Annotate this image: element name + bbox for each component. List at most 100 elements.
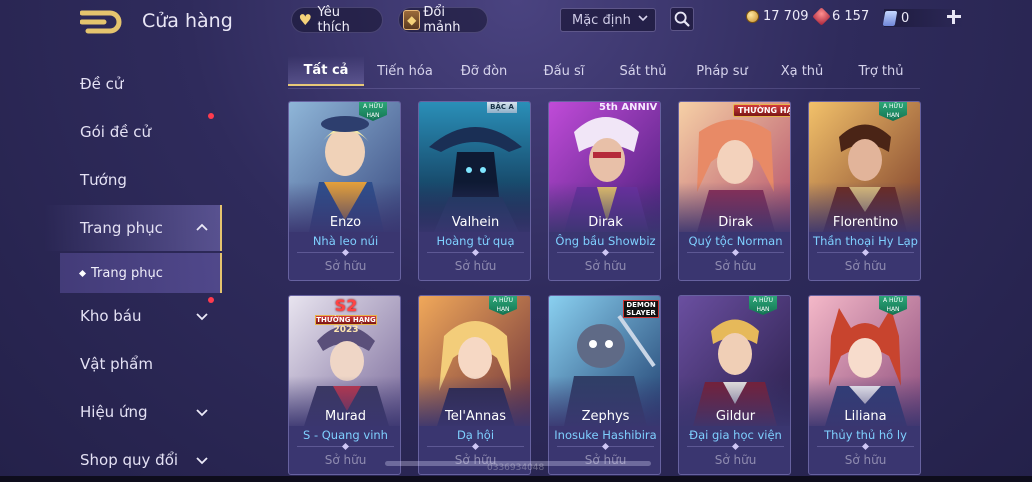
voucher-icon — [882, 10, 898, 26]
chevron-down-icon — [196, 457, 208, 465]
season-year: 2023 — [333, 325, 359, 335]
gold-coin-icon — [746, 10, 759, 23]
chevron-down-icon — [196, 313, 208, 321]
chevron-down-icon — [638, 15, 648, 22]
owned-status: Sở hữu — [714, 453, 757, 467]
collab-badge: DEMON SLAYER — [623, 300, 659, 318]
card-divider — [427, 252, 524, 253]
owned-status: Sở hữu — [454, 259, 497, 273]
skin-name: Inosuke Hashibira — [554, 428, 657, 442]
rank-badge: S2 THƯỜNG HẠNG 2023 — [315, 298, 377, 335]
sidebar-item-label: Gói đề cử — [80, 123, 152, 141]
skin-name: Thần thoại Hy Lạp — [813, 234, 918, 248]
sidebar-item-heroes[interactable]: Tướng — [0, 157, 222, 203]
skin-name: Đại gia học viện — [689, 428, 782, 442]
skin-name: Quý tộc Norman — [688, 234, 783, 248]
sidebar-item-items[interactable]: Vật phẩm — [0, 341, 222, 387]
season-label: S2 — [334, 296, 358, 315]
card-divider — [687, 446, 784, 447]
owned-status: Sở hữu — [714, 259, 757, 273]
sidebar-item-skins[interactable]: Trang phục — [0, 205, 222, 251]
hero-name: Florentino — [832, 215, 899, 230]
chevron-up-icon — [196, 223, 208, 231]
category-tabs: Tất cả Tiến hóa Đỡ đòn Đấu sĩ Sát thủ Ph… — [288, 56, 920, 88]
plus-icon[interactable] — [945, 8, 963, 26]
sidebar-item-label: Vật phẩm — [80, 355, 153, 373]
sidebar-item-featured-packs[interactable]: Gói đề cử — [0, 109, 222, 155]
owned-status: Sở hữu — [844, 453, 887, 467]
tab-mage[interactable]: Pháp sư — [690, 56, 754, 86]
shard-chest-icon: ◆ — [403, 10, 421, 30]
sidebar-item-effects[interactable]: Hiệu ứng — [0, 389, 222, 435]
skin-card[interactable]: A HỮU HẠN Tel'Annas Dạ hội Sở hữu — [418, 295, 531, 475]
event-badge: 5th ANNIV — [599, 102, 658, 113]
skin-name: S - Quang vinh — [303, 428, 388, 442]
bullet-icon — [78, 269, 87, 277]
sidebar-item-label: Hiệu ứng — [80, 403, 148, 421]
skin-card[interactable]: 5th ANNIV Dirak Ông bầu Showbiz Sở hữu — [548, 101, 661, 281]
back-arrow-icon[interactable] — [80, 10, 124, 34]
hero-name: Valhein — [451, 215, 500, 230]
sidebar-item-label: Đề cử — [80, 75, 124, 93]
hero-name: Dirak — [718, 215, 753, 230]
skin-name: Nhà leo núi — [312, 234, 379, 248]
search-icon[interactable] — [670, 7, 694, 31]
notification-dot — [208, 297, 214, 303]
tab-marksman[interactable]: Xạ thủ — [772, 56, 832, 86]
tab-tank[interactable]: Đỡ đòn — [452, 56, 516, 86]
chevron-down-icon — [196, 409, 208, 417]
tab-support[interactable]: Trợ thủ — [850, 56, 912, 86]
card-divider — [297, 446, 394, 447]
owned-status: Sở hữu — [844, 259, 887, 273]
favorites-button[interactable]: ♥ Yêu thích — [291, 5, 383, 35]
card-divider — [427, 446, 524, 447]
shard-exchange-label: Đổi mảnh — [423, 5, 461, 35]
skin-name: Thủy thủ hồ ly — [824, 428, 907, 442]
watermark-text: 0336934048 — [487, 463, 545, 473]
sort-value: Mặc định — [572, 12, 631, 28]
owned-status: Sở hữu — [324, 259, 367, 273]
rank-label: THƯỜNG HẠNG — [315, 315, 377, 325]
skin-card[interactable]: A HỮU HẠN Florentino Thần thoại Hy Lạp S… — [808, 101, 921, 281]
favorites-label: Yêu thích — [317, 5, 350, 35]
skin-name: Ông bầu Showbiz — [555, 234, 656, 248]
page-title: Cửa hàng — [142, 10, 233, 32]
rank-badge: THƯỜNG HẠNG — [733, 104, 790, 117]
skin-card[interactable]: S2 THƯỜNG HẠNG 2023 Murad S - Quang vinh… — [288, 295, 401, 475]
owned-status: Sở hữu — [324, 453, 367, 467]
sidebar-item-label: Kho báu — [80, 307, 142, 325]
tab-all[interactable]: Tất cả — [288, 56, 364, 86]
hero-name: Gildur — [715, 409, 756, 424]
shard-exchange-button[interactable]: ◆ Đổi mảnh — [398, 5, 488, 35]
sidebar-item-label: Shop quy đổi — [80, 451, 179, 469]
tabs-divider — [288, 88, 920, 89]
sidebar: Đề cử Gói đề cử Tướng Trang phục Trang p… — [0, 60, 222, 482]
sidebar-item-featured[interactable]: Đề cử — [0, 61, 222, 107]
sort-dropdown[interactable]: Mặc định — [560, 8, 656, 32]
tab-assassin[interactable]: Sát thủ — [612, 56, 674, 86]
heart-icon: ♥ — [298, 11, 312, 29]
hero-name: Murad — [324, 409, 367, 424]
skin-card[interactable]: BẬC A Valhein Hoàng tử quạ Sở hữu — [418, 101, 531, 281]
hero-name: Enzo — [329, 215, 362, 230]
ruby-amount: 6 157 — [832, 9, 870, 24]
sidebar-subitem-label: Trang phục — [91, 265, 163, 281]
tab-evolution[interactable]: Tiến hóa — [370, 56, 440, 86]
skin-card[interactable]: A HỮU HẠN Gildur Đại gia học viện Sở hữu — [678, 295, 791, 475]
tab-fighter[interactable]: Đấu sĩ — [534, 56, 594, 86]
hero-name: Dirak — [588, 215, 623, 230]
notification-dot — [208, 113, 214, 119]
sidebar-subitem-skins[interactable]: Trang phục — [60, 253, 222, 293]
voucher-amount: 0 — [901, 10, 910, 26]
skin-card[interactable]: DEMON SLAYER Zephys Inosuke Hashibira Sở… — [548, 295, 661, 475]
owned-status: Sở hữu — [584, 259, 627, 273]
skin-card[interactable]: A HỮU HẠN Liliana Thủy thủ hồ ly Sở hữu — [808, 295, 921, 475]
skin-card[interactable]: THƯỜNG HẠNG Dirak Quý tộc Norman Sở hữu — [678, 101, 791, 281]
hero-name: Liliana — [844, 409, 887, 424]
ruby-icon — [812, 7, 831, 26]
sidebar-item-label: Tướng — [80, 171, 127, 189]
sidebar-item-treasure[interactable]: Kho báu — [0, 293, 222, 339]
card-divider — [557, 446, 654, 447]
skin-name: Dạ hội — [456, 428, 495, 442]
skin-card[interactable]: A HỮU HẠN Enzo Nhà leo núi Sở hữu — [288, 101, 401, 281]
